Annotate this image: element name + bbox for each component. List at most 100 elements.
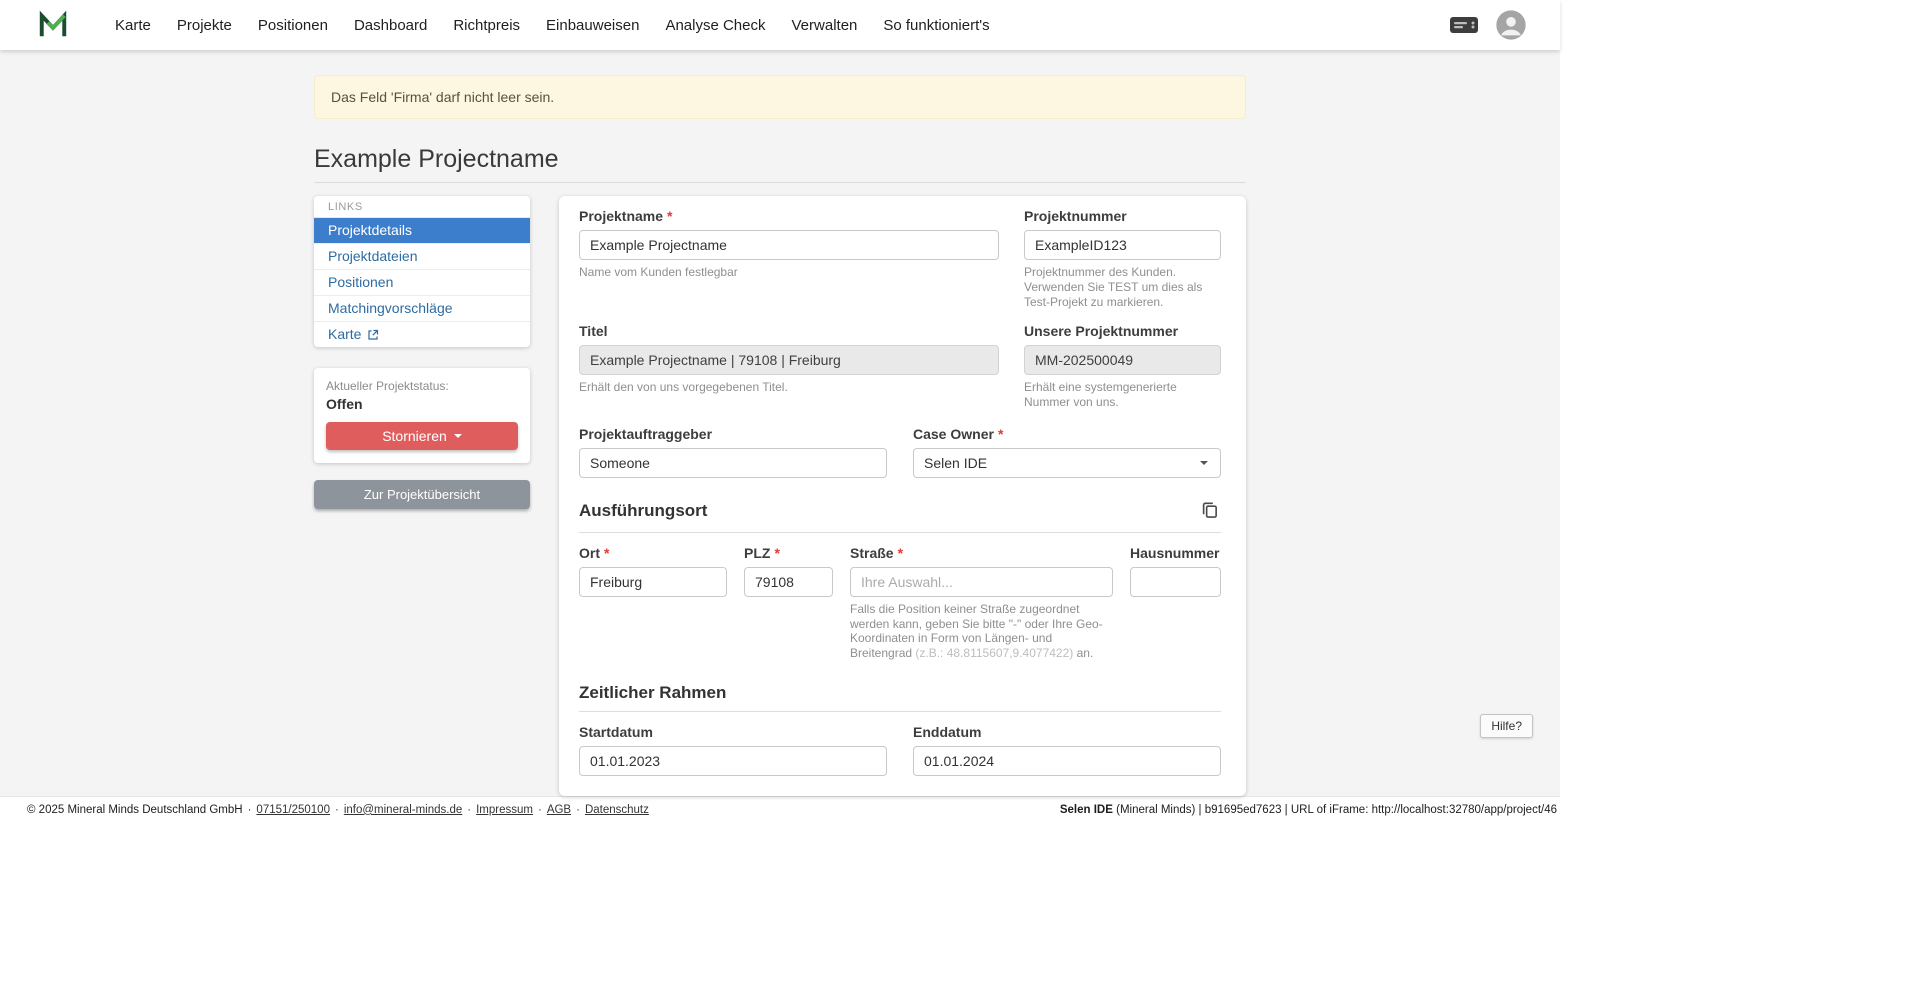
projektname-helper: Name vom Kunden festlegbar <box>579 265 999 280</box>
footer-user-name: Selen IDE <box>1060 804 1113 816</box>
cancel-project-button-label: Stornieren <box>382 428 447 444</box>
server-icon[interactable] <box>1449 14 1479 36</box>
section-divider <box>579 711 1221 712</box>
mineral-minds-logo[interactable] <box>38 10 68 40</box>
startdatum-label: Startdatum <box>579 724 887 740</box>
sidebar-item-projektdetails[interactable]: Projektdetails <box>314 218 530 244</box>
nav-item-projekte[interactable]: Projekte <box>175 11 234 40</box>
plz-label: PLZ* <box>744 545 833 561</box>
sidebar-item-label: Matchingvorschläge <box>328 300 453 316</box>
sidebar-item-projektdateien[interactable]: Projektdateien <box>314 244 530 270</box>
project-status-card: Aktueller Projektstatus: Offen Storniere… <box>314 368 530 463</box>
project-status-label: Aktueller Projektstatus: <box>326 379 518 393</box>
field-startdatum: Startdatum <box>579 724 887 776</box>
section-divider <box>579 532 1221 533</box>
user-avatar[interactable] <box>1495 9 1527 41</box>
field-hausnummer: Hausnummer <box>1130 545 1221 661</box>
field-projektname: Projektname* Name vom Kunden festlegbar <box>579 208 999 309</box>
projektauftraggeber-input[interactable] <box>579 448 887 478</box>
plz-input[interactable] <box>744 567 833 597</box>
enddatum-label: Enddatum <box>913 724 1221 740</box>
copy-address-button[interactable] <box>1198 498 1221 524</box>
sidebar-item-label: Positionen <box>328 274 393 290</box>
projektname-input[interactable] <box>579 230 999 260</box>
project-overview-button[interactable]: Zur Projektübersicht <box>314 480 530 509</box>
sidebar: LINKS Projektdetails Projektdateien Posi… <box>314 196 530 509</box>
nav-item-analyse-check[interactable]: Analyse Check <box>663 11 767 40</box>
nav-item-dashboard[interactable]: Dashboard <box>352 11 429 40</box>
projektnummer-helper: Projektnummer des Kunden. Verwenden Sie … <box>1024 265 1221 309</box>
projektname-label: Projektname* <box>579 208 999 224</box>
sidebar-item-label: Projektdateien <box>328 248 418 264</box>
external-link-icon <box>367 328 379 340</box>
copy-icon <box>1200 500 1219 519</box>
help-button[interactable]: Hilfe? <box>1480 714 1533 738</box>
navbar-actions <box>1449 9 1527 41</box>
footer-copyright: © 2025 Mineral Minds Deutschland GmbH <box>27 804 243 816</box>
top-navbar: Karte Projekte Positionen Dashboard Rich… <box>0 0 1560 50</box>
footer-link-email[interactable]: info@mineral-minds.de <box>344 804 462 816</box>
field-titel: Titel Erhält den von uns vorgegebenen Ti… <box>579 323 999 410</box>
case-owner-label: Case Owner* <box>913 426 1221 442</box>
sidebar-item-label: Projektdetails <box>328 222 412 238</box>
validation-alert: Das Feld 'Firma' darf nicht leer sein. <box>314 75 1246 119</box>
footer-link-datenschutz[interactable]: Datenschutz <box>585 804 649 816</box>
required-asterisk: * <box>998 426 1003 442</box>
hausnummer-input[interactable] <box>1130 567 1221 597</box>
required-asterisk: * <box>898 545 903 561</box>
strasse-input[interactable] <box>850 567 1113 597</box>
titel-helper: Erhält den von uns vorgegebenen Titel. <box>579 380 999 395</box>
strasse-label: Straße* <box>850 545 1113 561</box>
footer-left: © 2025 Mineral Minds Deutschland GmbH·07… <box>27 804 649 816</box>
field-case-owner: Case Owner* Selen IDE <box>913 426 1221 478</box>
field-ort: Ort* <box>579 545 727 661</box>
section-title-ausfuehrungsort: Ausführungsort <box>579 501 707 521</box>
footer-link-agb[interactable]: AGB <box>547 804 571 816</box>
project-overview-button-label: Zur Projektübersicht <box>364 487 480 502</box>
sidebar-item-positionen[interactable]: Positionen <box>314 270 530 296</box>
unsere-projektnummer-helper: Erhält eine systemgenerierte Nummer von … <box>1024 380 1221 410</box>
cancel-project-button[interactable]: Stornieren <box>326 422 518 450</box>
strasse-helper: Falls die Position keiner Straße zugeord… <box>850 602 1113 661</box>
projektnummer-input[interactable] <box>1024 230 1221 260</box>
main-content: Das Feld 'Firma' darf nicht leer sein. E… <box>0 50 1560 796</box>
projektauftraggeber-label: Projektauftraggeber <box>579 426 887 442</box>
footer-session-info: Selen IDE (Mineral Minds) | b91695ed7623… <box>1060 804 1557 816</box>
nav-item-richtpreis[interactable]: Richtpreis <box>451 11 522 40</box>
field-strasse: Straße* Falls die Position keiner Straße… <box>850 545 1113 661</box>
footer: © 2025 Mineral Minds Deutschland GmbH·07… <box>0 796 1560 823</box>
section-title-zeitlicher-rahmen: Zeitlicher Rahmen <box>579 683 726 703</box>
enddatum-input[interactable] <box>913 746 1221 776</box>
links-card-header: LINKS <box>314 196 530 218</box>
case-owner-select[interactable]: Selen IDE <box>913 448 1221 478</box>
case-owner-selected-value: Selen IDE <box>924 455 987 471</box>
field-enddatum: Enddatum <box>913 724 1221 776</box>
field-projektauftraggeber: Projektauftraggeber <box>579 426 887 478</box>
required-asterisk: * <box>667 208 672 224</box>
sidebar-item-karte[interactable]: Karte <box>314 322 530 347</box>
ort-label: Ort* <box>579 545 727 561</box>
nav-item-verwalten[interactable]: Verwalten <box>790 11 860 40</box>
projektnummer-label: Projektnummer <box>1024 208 1221 224</box>
app-frame: Karte Projekte Positionen Dashboard Rich… <box>0 0 1560 806</box>
nav-item-einbauweisen[interactable]: Einbauweisen <box>544 11 641 40</box>
required-asterisk: * <box>774 545 779 561</box>
hausnummer-label: Hausnummer <box>1130 545 1221 561</box>
field-projektnummer: Projektnummer Projektnummer des Kunden. … <box>1024 208 1221 309</box>
required-asterisk: * <box>604 545 609 561</box>
footer-link-phone[interactable]: 07151/250100 <box>256 804 330 816</box>
nav-links: Karte Projekte Positionen Dashboard Rich… <box>113 11 992 40</box>
nav-item-karte[interactable]: Karte <box>113 11 153 40</box>
footer-link-impressum[interactable]: Impressum <box>476 804 533 816</box>
startdatum-input[interactable] <box>579 746 887 776</box>
unsere-projektnummer-label: Unsere Projektnummer <box>1024 323 1221 339</box>
nav-item-positionen[interactable]: Positionen <box>256 11 330 40</box>
nav-item-so-funktionierts[interactable]: So funktioniert's <box>881 11 991 40</box>
titel-label: Titel <box>579 323 999 339</box>
chevron-down-icon <box>1200 461 1208 465</box>
sidebar-item-matchingvorschlaege[interactable]: Matchingvorschläge <box>314 296 530 322</box>
ort-input[interactable] <box>579 567 727 597</box>
field-unsere-projektnummer: Unsere Projektnummer Erhält eine systemg… <box>1024 323 1221 410</box>
links-card: LINKS Projektdetails Projektdateien Posi… <box>314 196 530 347</box>
project-status-value: Offen <box>326 396 518 412</box>
